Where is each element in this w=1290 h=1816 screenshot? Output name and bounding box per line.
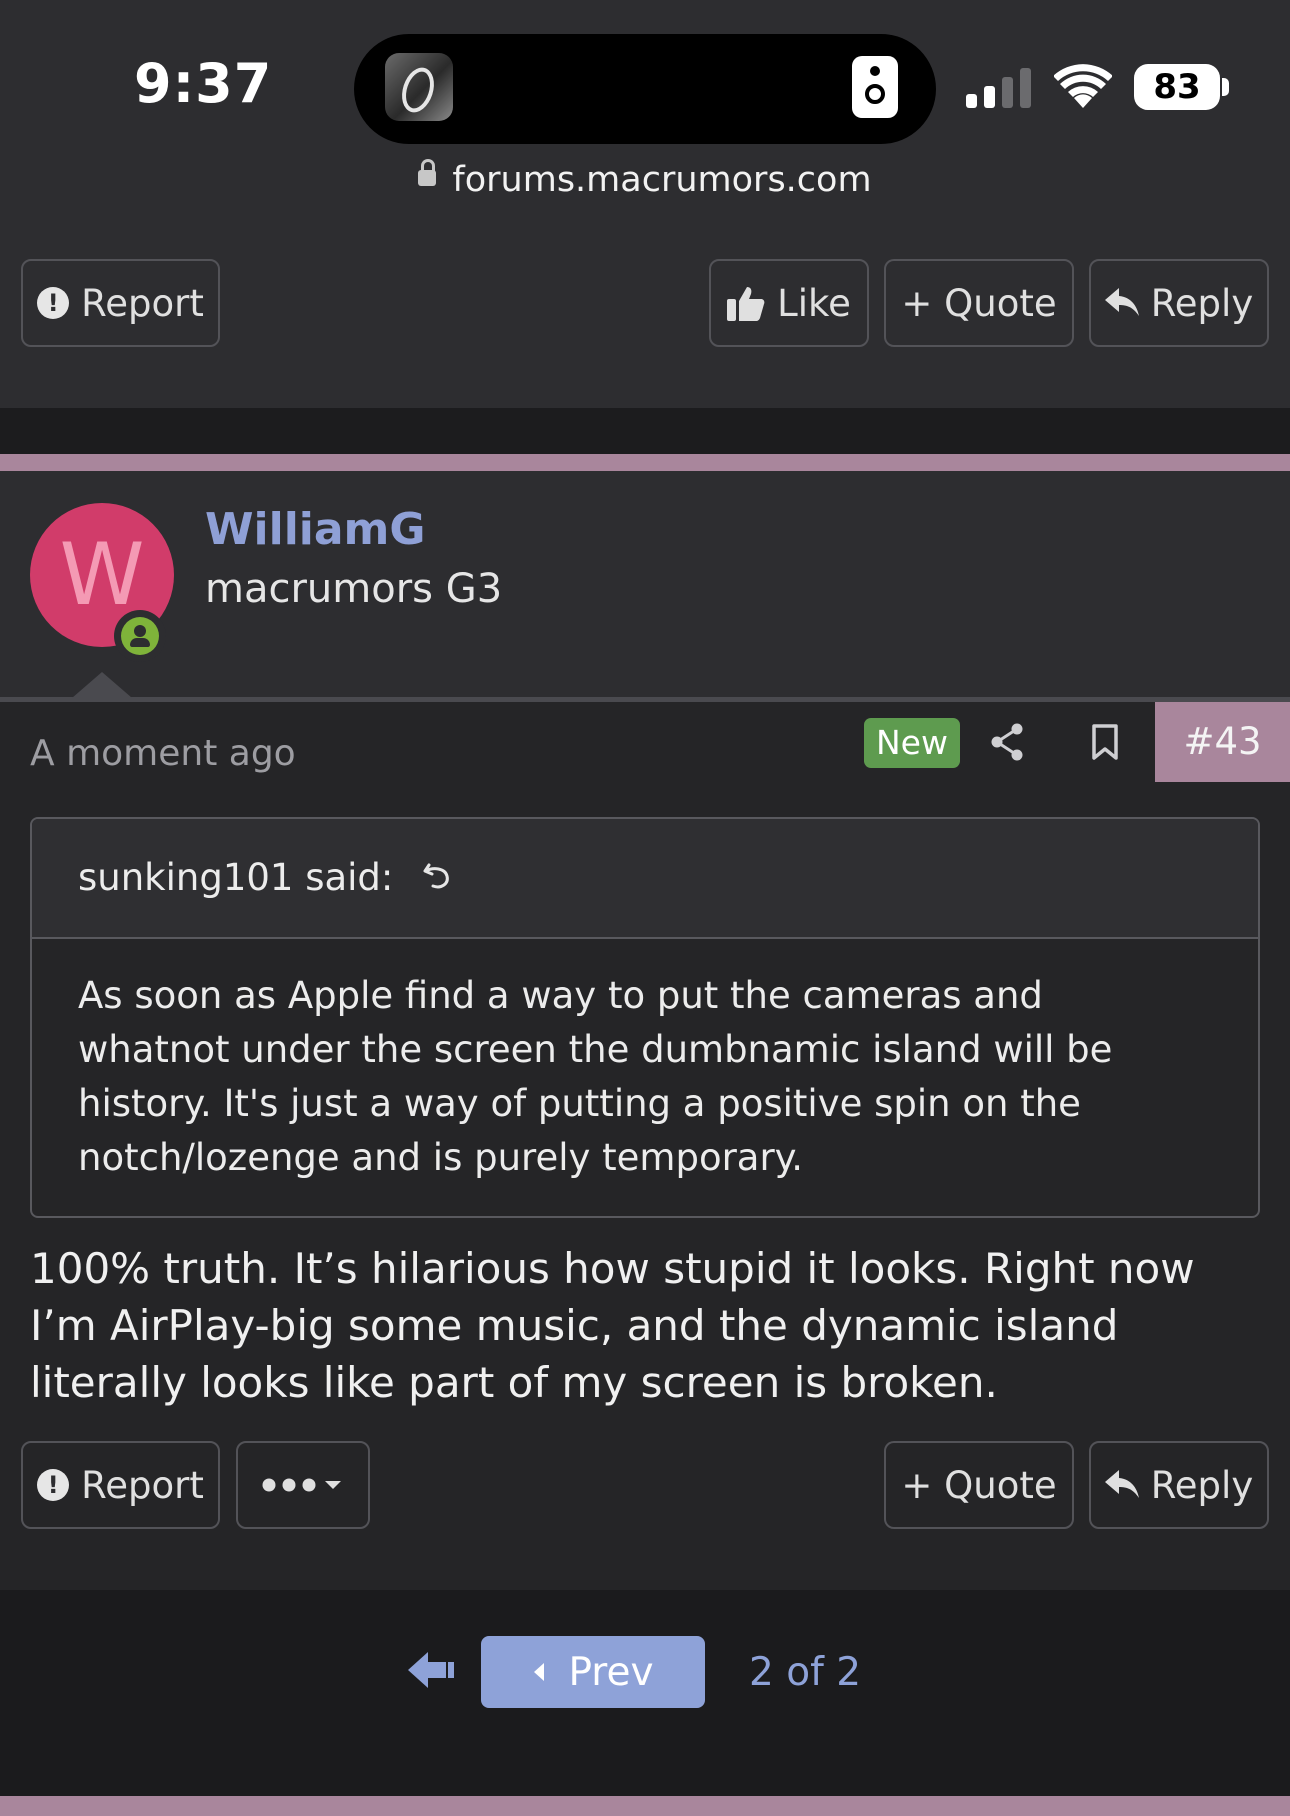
header-pointer [72,672,132,698]
quote-label: + Quote [901,281,1057,325]
album-art-icon [385,53,453,121]
reply-icon [1104,1470,1139,1498]
cellular-signal-icon [966,68,1031,108]
prev-label: Prev [568,1649,654,1695]
report-label: Report [81,1463,204,1507]
lock-icon [418,159,437,186]
wifi-icon [1054,64,1112,108]
alert-icon: ! [37,287,70,319]
post-number-link[interactable]: #43 [1155,702,1290,782]
quote-button[interactable]: + Quote [884,1441,1074,1529]
message-line: 100% truth. It’s hilarious how stupid it… [30,1244,1195,1293]
quote-line: As soon as Apple find a way to put the c… [78,974,1043,1017]
share-icon[interactable] [990,722,1024,762]
prev-page-button[interactable]: Prev [481,1636,705,1708]
user-title: macrumors G3 [205,566,503,612]
status-time: 9:37 [134,52,273,115]
post-separator [0,408,1290,454]
bookmark-icon[interactable] [1090,724,1120,760]
url-text: forums.macrumors.com [452,160,872,200]
reply-button[interactable]: Reply [1089,1441,1269,1529]
reply-label: Reply [1150,1463,1254,1507]
reply-button[interactable]: Reply [1089,259,1269,347]
post-user-header [0,471,1290,699]
speaker-icon [852,56,898,118]
quote-text: As soon as Apple find a way to put the c… [78,969,1208,1185]
online-status-icon [114,610,166,662]
more-options-button[interactable] [236,1441,370,1529]
chevron-left-icon [534,1663,545,1681]
quote-header[interactable]: sunking101 said: [32,819,1258,939]
quote-line: notch/lozenge and is purely temporary. [78,1136,804,1179]
reply-icon [1104,288,1139,316]
post-message: 100% truth. It’s hilarious how stupid it… [30,1240,1260,1411]
battery-tip [1222,78,1229,96]
more-dots-icon [262,1478,341,1492]
alert-icon: ! [37,1469,70,1501]
quote-button[interactable]: + Quote [884,259,1074,347]
message-line: literally looks like part of my screen i… [30,1358,998,1407]
new-badge: New [864,718,960,768]
username-link[interactable]: WilliamG [205,504,426,555]
jump-to-quote-icon[interactable] [423,861,453,891]
quote-label: + Quote [901,1463,1057,1507]
reply-label: Reply [1150,281,1254,325]
report-button[interactable]: ! Report [21,1441,220,1529]
report-button[interactable]: ! Report [21,259,220,347]
quote-block: sunking101 said: As soon as Apple find a… [30,817,1260,1218]
like-label: Like [777,281,851,325]
address-bar[interactable]: forums.macrumors.com [0,159,1290,200]
bottom-accent-bar [0,1796,1290,1816]
page-indicator[interactable]: 2 of 2 [749,1650,861,1695]
report-label: Report [81,281,204,325]
message-line: I’m AirPlay-big some music, and the dyna… [30,1301,1119,1350]
post-timestamp[interactable]: A moment ago [30,733,296,774]
quote-line: whatnot under the screen the dumbnamic i… [78,1028,1113,1071]
thumbs-up-icon [727,287,765,321]
like-button[interactable]: Like [709,259,869,347]
quote-attribution: sunking101 said: [78,856,394,899]
first-page-arrow-icon[interactable] [408,1650,454,1690]
quote-line: history. It's just a way of putting a po… [78,1082,1081,1125]
accent-bar [0,454,1290,471]
battery-indicator: 83 [1134,64,1220,110]
